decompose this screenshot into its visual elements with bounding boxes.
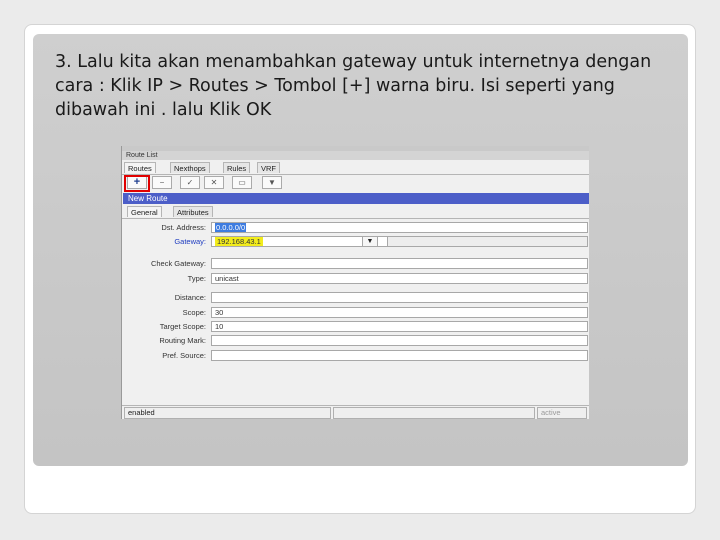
dst-address-row: Dst. Address: 0.0.0.0/0 [122,222,589,233]
tab-attributes[interactable]: Attributes [173,206,213,217]
target-scope-row: Target Scope: 10 [122,321,589,332]
check-gateway-field[interactable] [211,258,588,269]
scope-label: Scope: [182,308,206,317]
route-list-tabs: Routes Nexthops Rules VRF [122,161,589,175]
gateway-extra-field[interactable] [387,236,588,247]
gateway-row: Gateway: 192.168.43.1 ▼ [122,236,589,247]
new-route-form: Dst. Address: 0.0.0.0/0 Gateway: 192.168… [122,222,589,402]
distance-label: Distance: [174,293,206,302]
new-route-titlebar: New Route [123,193,589,204]
gateway-label: Gateway: [174,237,206,246]
distance-row: Distance: [122,292,589,303]
type-select[interactable]: unicast [211,273,588,284]
target-scope-field[interactable]: 10 [211,321,588,332]
gateway-dropdown-icon[interactable]: ▼ [362,236,378,247]
comment-button[interactable]: ▭ [232,176,252,189]
tab-general[interactable]: General [127,206,162,217]
window-title: Route List [126,152,158,159]
new-route-tabs: General Attributes [122,205,589,219]
tab-vrf[interactable]: VRF [257,162,280,173]
status-enabled: enabled [124,407,331,419]
enable-route-button[interactable]: ✓ [180,176,200,189]
scope-field[interactable]: 30 [211,307,588,318]
routing-mark-row: Routing Mark: [122,335,589,346]
remove-route-button[interactable]: − [152,176,172,189]
filter-button[interactable]: ▼ [262,176,282,189]
gateway-value: 192.168.43.1 [215,237,263,246]
check-gateway-row: Check Gateway: [122,258,589,269]
tab-nexthops[interactable]: Nexthops [170,162,210,173]
target-scope-label: Target Scope: [159,322,206,331]
type-row: Type: unicast [122,273,589,284]
type-label: Type: [187,274,206,283]
instruction-text: 3. Lalu kita akan menambahkan gateway un… [55,52,652,120]
dialog-title: New Route [128,194,168,203]
scope-row: Scope: 30 [122,307,589,318]
pref-source-row: Pref. Source: [122,350,589,361]
check-gateway-label: Check Gateway: [150,259,206,268]
dialog-statusbar: enabled active [122,405,589,419]
route-list-titlebar: Route List [122,151,589,160]
dst-address-field[interactable]: 0.0.0.0/0 [211,222,588,233]
tab-rules[interactable]: Rules [223,162,251,173]
dst-address-label: Dst. Address: [161,223,206,232]
dst-address-value: 0.0.0.0/0 [215,223,247,232]
status-active: active [537,407,587,419]
tab-routes[interactable]: Routes [124,162,156,173]
add-button-highlight [124,175,150,192]
pref-source-field[interactable] [211,350,588,361]
route-toolbar: + − ✓ ✕ ▭ ▼ [122,175,589,190]
pref-source-label: Pref. Source: [162,351,206,360]
routing-mark-label: Routing Mark: [159,336,206,345]
distance-field[interactable] [211,292,588,303]
winbox-screenshot: Route List Routes Nexthops Rules VRF + −… [121,146,589,419]
disable-route-button[interactable]: ✕ [204,176,224,189]
status-middle-pane [333,407,535,419]
routing-mark-field[interactable] [211,335,588,346]
